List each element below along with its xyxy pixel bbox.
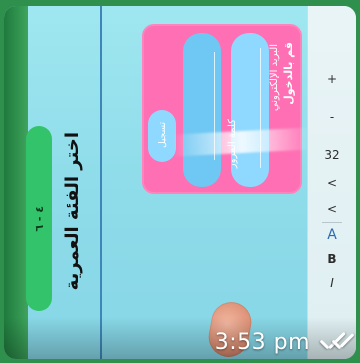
panel-divider: [100, 6, 102, 359]
left-edge-tint: [4, 6, 28, 359]
age-group-title: اختر الفئة العمرية: [52, 96, 92, 326]
chevron-left-icon[interactable]: <: [308, 172, 356, 194]
login-card: قم بالدخول البريد الإلكتروني كلمة المرور…: [142, 24, 302, 194]
zoom-in-button[interactable]: +: [308, 68, 356, 90]
message-time-row: 3:53 pm: [214, 330, 355, 355]
age-group-button-label: ٤ - ٦: [32, 205, 46, 232]
age-group-button[interactable]: ٤ - ٦: [26, 126, 52, 311]
toolbar: + - 32 < < A B I: [307, 6, 356, 359]
message-time: 3:53 pm: [214, 330, 310, 355]
email-label: البريد الإلكتروني: [269, 44, 280, 112]
chevron-left-icon[interactable]: <: [308, 198, 356, 220]
photo-of-screen: اختر الفئة العمرية ٤ - ٦ قم بالدخول البر…: [4, 6, 356, 359]
toolbar-divider: [322, 222, 342, 223]
login-button-label: تسجيل: [158, 122, 168, 148]
double-check-icon: [318, 331, 355, 354]
card-title: قم بالدخول: [282, 42, 295, 105]
font-size-value: 32: [324, 148, 340, 162]
bold-icon[interactable]: B: [308, 248, 356, 270]
age-group-title-text: اختر الفئة العمرية: [61, 131, 83, 291]
italic-icon[interactable]: I: [308, 272, 356, 294]
zoom-out-button[interactable]: -: [308, 106, 356, 128]
font-color-icon[interactable]: A: [308, 224, 356, 246]
password-field[interactable]: [183, 33, 221, 187]
